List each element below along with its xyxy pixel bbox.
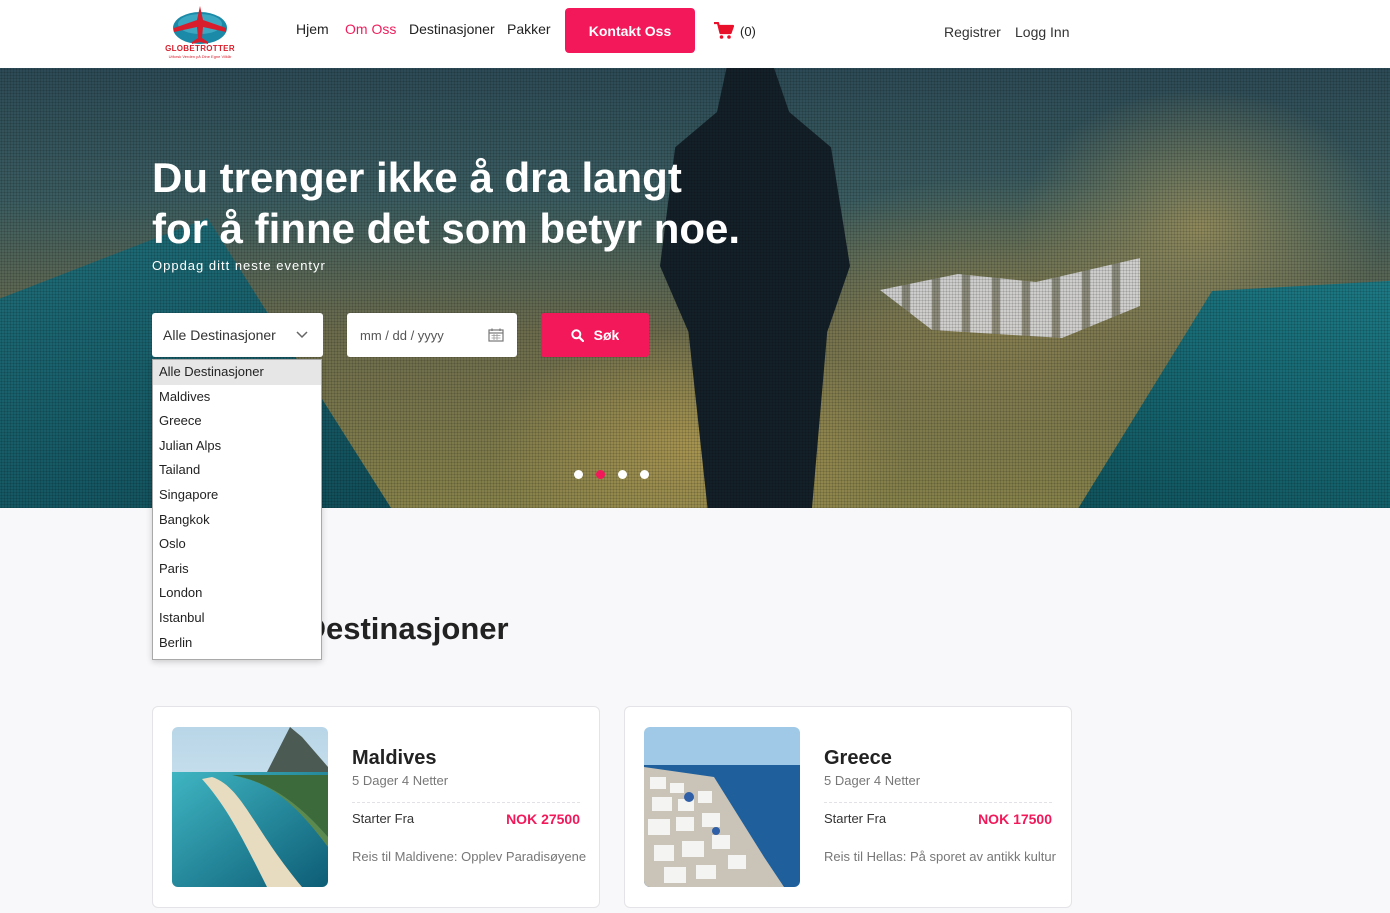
maldives-photo [172, 727, 328, 887]
nav-om-oss[interactable]: Om Oss [345, 21, 396, 37]
dropdown-option[interactable]: Bangkok [153, 508, 321, 533]
destination-select[interactable]: Alle Destinasjoner [152, 313, 323, 357]
search-button[interactable]: Søk [541, 313, 649, 357]
dropdown-option[interactable]: Istanbul [153, 606, 321, 631]
carousel-dot-1[interactable] [574, 470, 583, 479]
logo-tagline: Utforsk Verden på Dine Egne Vilkår [168, 54, 232, 59]
calendar-icon[interactable] [488, 328, 504, 342]
dropdown-option[interactable]: Paris [153, 557, 321, 582]
nav-hjem[interactable]: Hjem [296, 21, 329, 37]
card-title: Greece [824, 747, 892, 769]
carousel-dot-2[interactable] [596, 470, 605, 479]
card-title: Maldives [352, 747, 437, 769]
dropdown-option[interactable]: London [153, 581, 321, 606]
globetrotter-logo[interactable]: GLOBETROTTER Utforsk Verden på Dine Egne… [150, 4, 250, 62]
card-duration: 5 Dager 4 Netter [824, 773, 921, 788]
chevron-down-icon [296, 331, 308, 339]
hero-title-line-2: for å finne det som betyr noe. [152, 205, 741, 252]
card-price-label: Starter Fra [352, 811, 415, 826]
site-header: GLOBETROTTER Utforsk Verden på Dine Egne… [0, 0, 1390, 68]
destination-select-value: Alle Destinasjoner [163, 327, 276, 343]
hero-subtitle: Oppdag ditt neste eventyr [152, 258, 326, 273]
dropdown-option[interactable]: Oslo [153, 532, 321, 557]
carousel-indicators [574, 470, 649, 479]
cart-count: (0) [740, 23, 756, 39]
nav-pakker[interactable]: Pakker [507, 21, 551, 37]
register-link[interactable]: Registrer [944, 24, 1001, 40]
greece-photo [644, 727, 800, 887]
cart-icon [714, 22, 734, 39]
card-divider [824, 802, 1052, 803]
dropdown-option[interactable]: Greece [153, 409, 321, 434]
dropdown-option[interactable]: Julian Alps [153, 434, 321, 459]
logo-globe-plane-icon [173, 6, 227, 44]
date-input-placeholder: mm / dd / yyyy [360, 327, 444, 343]
destination-card-greece[interactable]: Greece 5 Dager 4 Netter Starter Fra NOK … [624, 706, 1072, 908]
card-description: Reis til Maldivene: Opplev Paradisøyene [352, 849, 587, 864]
dropdown-option[interactable]: Maldives [153, 385, 321, 410]
carousel-dot-4[interactable] [640, 470, 649, 479]
destination-card-maldives[interactable]: Maldives 5 Dager 4 Netter Starter Fra NO… [152, 706, 600, 908]
carousel-dot-3[interactable] [618, 470, 627, 479]
card-price-label: Starter Fra [824, 811, 887, 826]
card-price: NOK 17500 [978, 811, 1052, 827]
nav-destinasjoner[interactable]: Destinasjoner [409, 21, 495, 37]
dropdown-option[interactable]: Tailand [153, 458, 321, 483]
card-duration: 5 Dager 4 Netter [352, 773, 449, 788]
logo-wordmark: GLOBETROTTER [165, 44, 235, 53]
hero-title: Du trenger ikke å dra langt for å finne … [152, 152, 772, 254]
destination-dropdown-list: Alle Destinasjoner Maldives Greece Julia… [152, 359, 322, 660]
dropdown-option[interactable]: Berlin [153, 631, 321, 656]
dropdown-option[interactable]: Singapore [153, 483, 321, 508]
dropdown-option[interactable]: Alle Destinasjoner [153, 360, 321, 385]
contact-button[interactable]: Kontakt Oss [565, 8, 695, 53]
date-input[interactable]: mm / dd / yyyy [347, 313, 517, 357]
search-icon [570, 328, 584, 342]
card-price: NOK 27500 [506, 811, 580, 827]
search-button-label: Søk [593, 327, 620, 343]
hero-title-line-1: Du trenger ikke å dra langt [152, 154, 682, 201]
card-description: Reis til Hellas: På sporet av antikk kul… [824, 849, 1056, 864]
login-link[interactable]: Logg Inn [1015, 24, 1070, 40]
cart-button[interactable]: (0) [714, 22, 756, 40]
card-divider [352, 802, 580, 803]
